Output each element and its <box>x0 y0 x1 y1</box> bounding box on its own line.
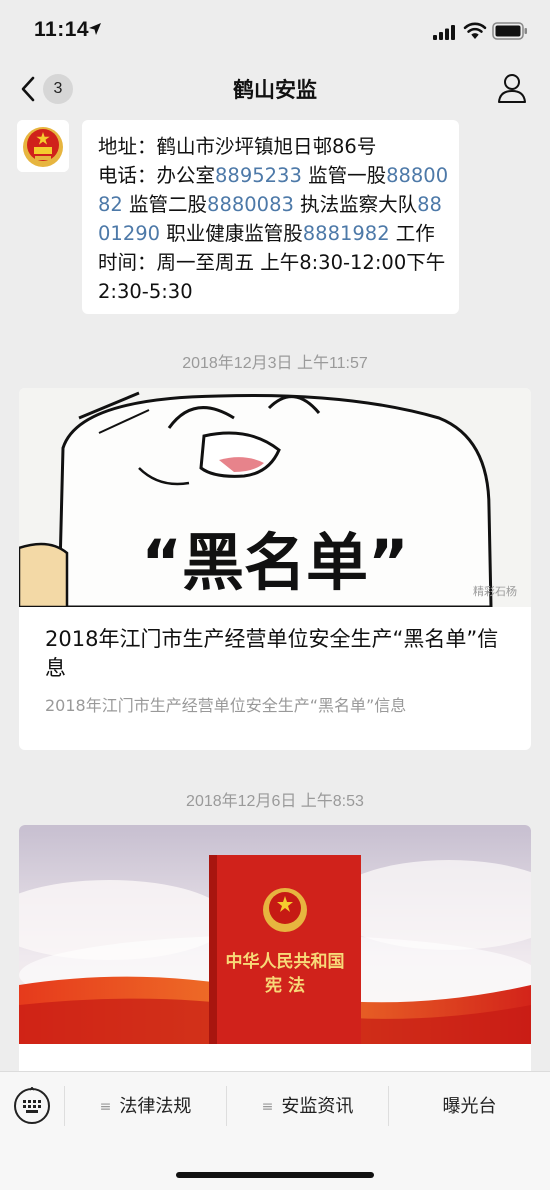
enforcement-label: 执法监察大队 <box>293 193 418 216</box>
menu-item-label: 曝光台 <box>442 1096 497 1117</box>
cover-caption: “黑名单” <box>141 526 409 599</box>
cellular-signal-icon <box>433 25 455 40</box>
article-title[interactable]: 2018年江门市生产经营单位安全生产“黑名单”信息 <box>19 607 531 683</box>
national-emblem-icon <box>17 120 69 172</box>
article-cover-image: 中华人民共和国 宪 法 <box>19 825 531 1044</box>
book-title-line1: 中华人民共和国 <box>226 951 345 972</box>
account-avatar[interactable] <box>17 120 69 172</box>
article-card[interactable]: 中华人民共和国 宪 法 <box>19 825 531 1085</box>
status-time: 11:14 <box>34 18 90 41</box>
phone-office-link[interactable]: 8895233 <box>215 164 302 187</box>
phone-label: 电话：办公室 <box>98 164 216 187</box>
article-card[interactable]: “黑名单” 精彩石杨 2018年江门市生产经营单位安全生产“黑名单”信息 201… <box>19 388 531 750</box>
constitution-book-image: 中华人民共和国 宪 法 <box>19 825 531 1044</box>
image-watermark: 精彩石杨 <box>473 585 517 598</box>
phone-health-link[interactable]: 8881982 <box>303 222 390 245</box>
status-bar: 11:14 <box>0 0 550 62</box>
blacklist-cartoon-image: “黑名单” <box>19 388 531 607</box>
book-title-line2: 宪 法 <box>265 975 305 996</box>
phone-supervision2-link[interactable]: 8880083 <box>207 193 294 216</box>
supervision1-label: 监管一股 <box>301 164 387 187</box>
menu-item-label: 安监资讯 <box>281 1096 354 1117</box>
keyboard-toggle-icon[interactable] <box>13 1087 51 1125</box>
contact-info-message: 地址：鹤山市沙坪镇旭日邨86号 电话：办公室8895233 监管一股 888008… <box>82 120 459 314</box>
menu-item-label: 法律法规 <box>119 1096 192 1117</box>
menu-item-news[interactable]: ≡ 安监资讯 <box>227 1082 388 1132</box>
page-title: 鹤山安监 <box>233 78 317 102</box>
wifi-icon <box>463 22 487 39</box>
location-arrow-icon <box>89 23 101 35</box>
health-label: 职业健康监管股 <box>160 222 303 245</box>
menu-item-laws[interactable]: ≡ 法律法规 <box>65 1082 226 1132</box>
profile-icon[interactable] <box>497 72 527 104</box>
menu-item-exposure[interactable]: 曝光台 <box>389 1082 550 1132</box>
home-indicator[interactable] <box>176 1172 374 1178</box>
message-timestamp: 2018年12月6日 上午8:53 <box>186 793 364 810</box>
menu-list-icon: ≡ <box>99 1099 112 1115</box>
article-cover-image: “黑名单” 精彩石杨 <box>19 388 531 607</box>
address-text: 地址：鹤山市沙坪镇旭日邨86号 <box>98 135 377 158</box>
nav-bar: 3 鹤山安监 <box>0 62 550 116</box>
menu-list-icon: ≡ <box>261 1099 274 1115</box>
message-timestamp: 2018年12月3日 上午11:57 <box>182 355 368 372</box>
supervision2-label: 监管二股 <box>122 193 208 216</box>
article-digest: 2018年江门市生产经营单位安全生产“黑名单”信息 <box>45 696 407 715</box>
battery-icon <box>492 22 527 40</box>
